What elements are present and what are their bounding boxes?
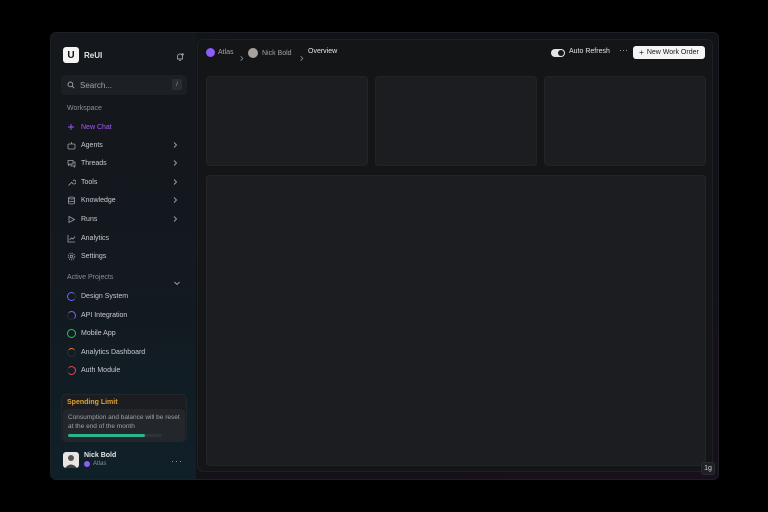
active-projects-section-label: Active Projects — [67, 274, 114, 281]
new-work-order-button[interactable]: + New Work Order — [633, 46, 705, 59]
user-org: Atlas — [84, 461, 106, 467]
search-placeholder: Search... — [80, 80, 113, 90]
progress-ring-icon — [66, 328, 76, 338]
chevron-down-icon[interactable] — [173, 274, 181, 286]
progress-ring-icon — [66, 365, 76, 375]
project-label: Mobile App — [81, 329, 116, 337]
sidebar: U ReUI Search... / Workspace New Chat Ag… — [51, 33, 196, 479]
sidebar-item-runs[interactable]: Runs — [61, 211, 187, 227]
breadcrumb-page-label: Overview — [308, 48, 338, 55]
user-org-label: Atlas — [93, 461, 107, 467]
chevron-right-icon — [171, 159, 179, 167]
breadcrumb-org[interactable]: Atlas — [206, 48, 234, 57]
plus-icon: + — [639, 48, 644, 57]
project-item-mobile-app[interactable]: Mobile App — [61, 325, 187, 341]
main-panel: Atlas Nick Bold Overview Auto Refresh ··… — [197, 39, 713, 472]
sidebar-item-label: Knowledge — [81, 196, 116, 204]
toggle-knob — [558, 50, 564, 56]
breadcrumb-current-page: Overview — [308, 48, 337, 55]
progress-ring-icon — [66, 291, 76, 301]
play-icon — [66, 214, 76, 224]
sidebar-item-knowledge[interactable]: Knowledge — [61, 192, 187, 208]
bot-icon — [66, 140, 76, 150]
topbar: Atlas Nick Bold Overview Auto Refresh ··… — [198, 40, 712, 66]
project-label: Auth Module — [81, 366, 121, 374]
sidebar-item-settings[interactable]: Settings — [61, 248, 187, 264]
project-label: Design System — [81, 292, 129, 300]
plus-icon — [66, 122, 76, 132]
sidebar-item-threads[interactable]: Threads — [61, 155, 187, 171]
stat-card — [206, 76, 368, 166]
chevron-right-icon — [171, 141, 179, 149]
database-icon — [66, 195, 76, 205]
sidebar-item-label: Settings — [81, 252, 107, 260]
chevron-right-icon — [171, 196, 179, 204]
main-content-card — [206, 175, 706, 466]
breadcrumb-org-label: Atlas — [218, 49, 234, 56]
spending-limit-title: Spending Limit — [67, 399, 118, 406]
avatar — [248, 48, 258, 58]
spending-limit-card: Spending Limit Consumption and balance w… — [61, 394, 187, 442]
brand[interactable]: U ReUI — [63, 47, 102, 63]
project-label: Analytics Dashboard — [81, 348, 146, 356]
breadcrumb-user-label: Nick Bold — [262, 49, 292, 57]
wrench-icon — [66, 177, 76, 187]
more-horizontal-icon[interactable]: ··· — [171, 456, 183, 466]
spending-progress-fill — [68, 434, 146, 437]
sidebar-item-label: Runs — [81, 215, 98, 223]
sidebar-item-analytics[interactable]: Analytics — [61, 230, 187, 246]
chart-icon — [66, 233, 76, 243]
spending-limit-body: Consumption and balance will be reset at… — [63, 409, 185, 441]
chevron-right-icon — [171, 178, 179, 186]
org-icon — [84, 461, 90, 467]
project-item-analytics-dashboard[interactable]: Analytics Dashboard — [61, 344, 187, 360]
org-icon — [206, 48, 215, 57]
spending-limit-text: Consumption and balance will be reset at… — [68, 414, 180, 430]
project-item-auth-module[interactable]: Auth Module — [61, 362, 187, 378]
search-shortcut-key: / — [172, 79, 182, 90]
sidebar-item-agents[interactable]: Agents — [61, 137, 187, 153]
more-horizontal-icon[interactable]: ··· — [619, 45, 628, 55]
spending-progress-bar — [68, 434, 162, 437]
project-label: API Integration — [81, 311, 128, 319]
progress-ring-icon — [66, 310, 76, 320]
new-work-order-label: New Work Order — [646, 49, 699, 56]
stat-card — [544, 76, 706, 166]
progress-ring-icon — [66, 347, 76, 357]
sidebar-item-label: Agents — [81, 141, 103, 149]
chevron-right-icon — [171, 215, 179, 223]
user-name: Nick Bold — [84, 452, 117, 459]
notification-bell-icon[interactable] — [175, 49, 185, 61]
devtools-badge[interactable]: 1g — [701, 462, 715, 475]
sidebar-item-label: New Chat — [81, 123, 112, 131]
chat-icon — [66, 158, 76, 168]
auto-refresh-label: Auto Refresh — [569, 48, 610, 55]
sidebar-item-label: Analytics — [81, 234, 110, 242]
user-menu[interactable]: Nick Bold Atlas ··· — [63, 451, 187, 471]
search-icon — [67, 81, 75, 89]
stat-card — [375, 76, 537, 166]
auto-refresh-toggle[interactable] — [551, 49, 565, 57]
breadcrumb-user[interactable]: Nick Bold — [248, 48, 292, 58]
project-item-api-integration[interactable]: API Integration — [61, 307, 187, 323]
sidebar-item-new-chat[interactable]: New Chat — [61, 119, 187, 135]
logo-icon: U — [63, 47, 79, 63]
sidebar-item-label: Tools — [81, 178, 98, 186]
app-window: U ReUI Search... / Workspace New Chat Ag… — [50, 32, 719, 480]
chevron-right-icon — [238, 49, 245, 61]
sidebar-item-tools[interactable]: Tools — [61, 174, 187, 190]
chevron-right-icon — [298, 49, 305, 61]
sidebar-item-label: Threads — [81, 159, 107, 167]
gear-icon — [66, 251, 76, 261]
workspace-section-label: Workspace — [67, 105, 102, 112]
search-input[interactable]: Search... / — [61, 75, 187, 95]
brand-name: ReUI — [84, 50, 103, 60]
project-item-design-system[interactable]: Design System — [61, 288, 187, 304]
avatar — [63, 452, 79, 468]
